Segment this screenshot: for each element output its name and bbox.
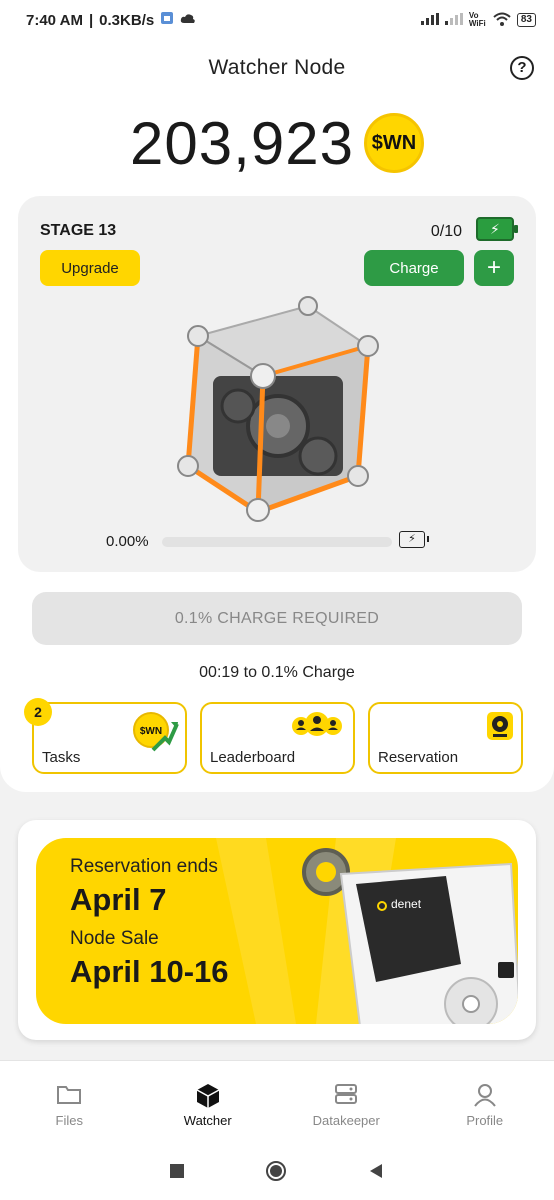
status-right: Vo WiFi 83 bbox=[420, 11, 536, 29]
recents-icon[interactable] bbox=[170, 1163, 185, 1183]
nav-watcher[interactable]: Watcher bbox=[139, 1061, 278, 1146]
small-battery-icon: ⚡ bbox=[399, 531, 429, 548]
main-panel: Watcher Node ? 203,923 $WN STAGE 13 0/10… bbox=[0, 40, 554, 792]
status-left: 7:40 AM | 0.3KB/s bbox=[26, 11, 196, 29]
server-icon bbox=[334, 1083, 358, 1107]
leaderboard-tile[interactable]: Leaderboard bbox=[200, 702, 355, 774]
battery-indicator: 83 bbox=[516, 13, 536, 27]
add-charge-button[interactable]: + bbox=[474, 250, 514, 286]
people-icon bbox=[287, 710, 347, 745]
progress-percent: 0.00% bbox=[106, 533, 149, 550]
wifi-icon bbox=[493, 12, 511, 29]
device-icon bbox=[485, 710, 515, 747]
balance-display: 203,923 $WN bbox=[0, 108, 554, 178]
wn-coin-icon: $WN bbox=[363, 113, 424, 173]
nav-profile[interactable]: Profile bbox=[416, 1061, 554, 1146]
app-notification-icon bbox=[160, 11, 174, 29]
system-nav-bar bbox=[0, 1146, 554, 1200]
page-title: Watcher Node bbox=[208, 56, 346, 79]
tasks-count-badge: 2 bbox=[24, 698, 52, 726]
folder-icon bbox=[56, 1083, 82, 1107]
vowifi-label: Vo WiFi bbox=[468, 11, 486, 28]
back-icon[interactable] bbox=[368, 1163, 384, 1184]
help-icon[interactable]: ? bbox=[510, 56, 534, 80]
svg-text:$WN: $WN bbox=[140, 726, 162, 737]
cube-icon bbox=[195, 1083, 221, 1108]
node-cube-image bbox=[168, 296, 388, 522]
banner-text: Reservation ends April 7 Node Sale April… bbox=[70, 856, 229, 990]
upgrade-button[interactable]: Upgrade bbox=[40, 250, 140, 286]
signal-weak-icon bbox=[444, 12, 463, 28]
nav-profile-label: Profile bbox=[466, 1113, 504, 1128]
node-sale-label: Node Sale bbox=[70, 928, 159, 949]
promo-banner[interactable]: Reservation ends April 7 Node Sale April… bbox=[36, 838, 518, 1024]
feature-tiles: 2 $WN Tasks Leaderboard Reservation bbox=[24, 698, 523, 774]
reservation-tile[interactable]: Reservation bbox=[368, 702, 523, 774]
nav-files-label: Files bbox=[55, 1113, 83, 1128]
node-card: STAGE 13 0/10 ⚡ Upgrade Charge + 0.00% ⚡ bbox=[18, 196, 536, 572]
status-bar: 7:40 AM | 0.3KB/s Vo WiFi 83 bbox=[0, 0, 554, 40]
charge-required-button[interactable]: 0.1% CHARGE REQUIRED bbox=[32, 592, 522, 645]
node-sale-dates: April 10-16 bbox=[70, 954, 229, 989]
device-brand-text: denet bbox=[391, 897, 422, 911]
charge-progress-bar bbox=[162, 537, 392, 547]
promo-card[interactable]: Reservation ends April 7 Node Sale April… bbox=[18, 820, 536, 1040]
charge-timer: 00:19 to 0.1% Charge bbox=[199, 664, 355, 681]
bottom-nav: Files Watcher Datakeeper Profile bbox=[0, 1060, 554, 1146]
tasks-label: Tasks bbox=[42, 749, 81, 766]
status-separator: | bbox=[88, 11, 94, 29]
home-icon[interactable] bbox=[265, 1160, 287, 1187]
nav-datakeeper-label: Datakeeper bbox=[312, 1113, 380, 1128]
status-time: 7:40 AM bbox=[26, 11, 83, 29]
reservation-ends-label: Reservation ends bbox=[70, 856, 218, 877]
balance-amount: 203,923 bbox=[130, 109, 354, 177]
stage-label: STAGE 13 bbox=[40, 222, 117, 239]
cloud-icon bbox=[180, 12, 196, 29]
reservation-label: Reservation bbox=[378, 749, 459, 766]
signal-icon bbox=[420, 12, 439, 28]
battery-charge-icon: ⚡ bbox=[476, 217, 518, 241]
nav-watcher-label: Watcher bbox=[183, 1113, 232, 1128]
status-speed: 0.3KB/s bbox=[99, 11, 155, 29]
leaderboard-label: Leaderboard bbox=[210, 749, 296, 766]
denet-device-image: denet bbox=[286, 844, 518, 1024]
reservation-end-date: April 7 bbox=[70, 882, 167, 917]
tasks-tile[interactable]: 2 $WN Tasks bbox=[24, 698, 187, 774]
charge-count: 0/10 bbox=[430, 223, 462, 240]
wn-coin-arrow-icon: $WN bbox=[131, 710, 179, 759]
user-icon bbox=[473, 1083, 497, 1107]
nav-files[interactable]: Files bbox=[0, 1061, 139, 1146]
nav-datakeeper[interactable]: Datakeeper bbox=[277, 1061, 416, 1146]
charge-button[interactable]: Charge bbox=[364, 250, 464, 286]
